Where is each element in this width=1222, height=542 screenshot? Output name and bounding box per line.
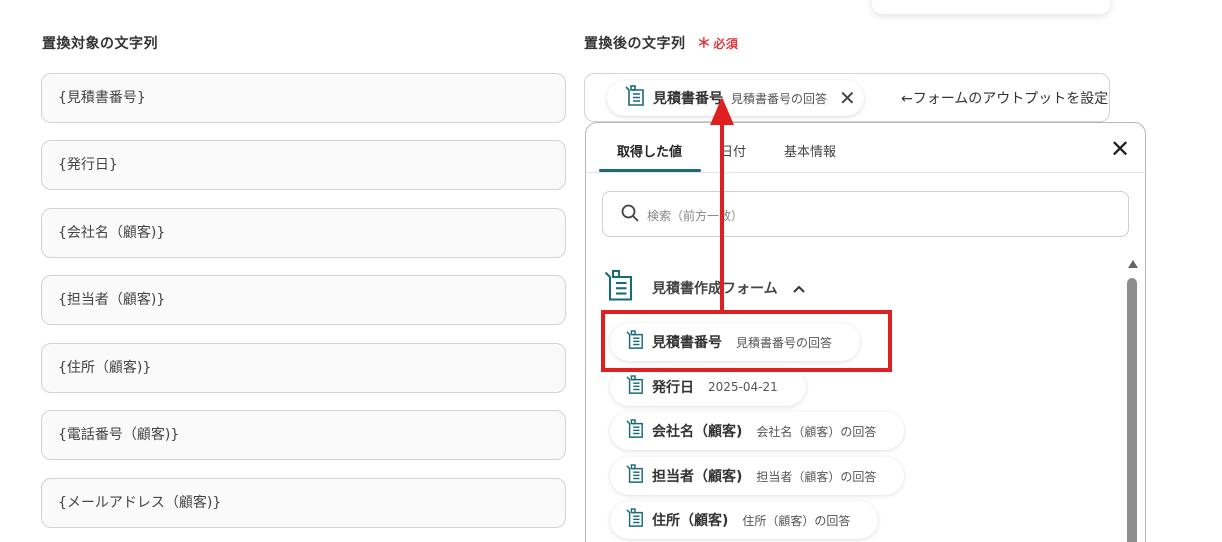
group-title: 見積書作成フォーム: [652, 281, 778, 297]
target-field-1[interactable]: {見積書番号}: [41, 73, 566, 123]
chip-remove-icon[interactable]: ✕: [839, 88, 856, 108]
annotation-arrow-head: [710, 97, 734, 125]
highlight-annotation: [601, 310, 892, 372]
form-document-icon: [626, 508, 644, 532]
tab-basic-info[interactable]: 基本情報: [784, 141, 836, 160]
form-document-icon: [625, 85, 645, 111]
picker-tabs: 取得した値 日付 基本情報 ✕: [586, 123, 1145, 173]
search-icon: [621, 204, 639, 226]
scroll-up-arrow-icon[interactable]: [1128, 260, 1138, 268]
target-field-7[interactable]: {メールアドレス（顧客)}: [41, 478, 566, 528]
tab-retrieved-values[interactable]: 取得した値: [617, 141, 682, 160]
target-field-6[interactable]: {電話番号（顧客)}: [41, 410, 566, 460]
search-placeholder: 検索（前方一致）: [647, 209, 744, 223]
item-description: 担当者（顧客）の回答: [756, 469, 877, 484]
item-name: 住所（顧客): [652, 513, 729, 529]
dropdown-scrollbar[interactable]: [1124, 256, 1140, 542]
replacement-string-label: 置換後の文字列 ＊必須: [584, 33, 738, 53]
required-mark: ＊: [696, 36, 712, 52]
target-field-4[interactable]: {担当者（顧客)}: [41, 275, 566, 325]
value-item-address[interactable]: 住所（顧客) 住所（顧客）の回答: [610, 501, 879, 539]
active-tab-indicator: [599, 169, 701, 172]
value-item-contact-person[interactable]: 担当者（顧客) 担当者（顧客）の回答: [610, 457, 905, 495]
form-document-icon: [626, 375, 644, 399]
target-string-label: 置換対象の文字列: [42, 36, 158, 52]
target-field-2[interactable]: {発行日}: [41, 140, 566, 190]
item-name: 担当者（顧客): [652, 469, 743, 485]
annotation-arrow-shaft: [720, 124, 724, 312]
floating-card-edge: [872, 0, 1110, 14]
replacement-label-text: 置換後の文字列: [584, 36, 686, 52]
item-description: 会社名（顧客）の回答: [756, 424, 877, 439]
target-field-5[interactable]: {住所（顧客)}: [41, 343, 566, 393]
form-document-icon: [626, 419, 644, 443]
replacement-text: ←フォームのアウトプットを設定: [901, 91, 1109, 107]
item-description: 2025-04-21: [708, 380, 778, 394]
required-badge: ＊必須: [696, 36, 739, 52]
dropdown-close-icon[interactable]: ✕: [1110, 137, 1130, 161]
search-input[interactable]: 検索（前方一致）: [602, 191, 1129, 237]
replacement-field[interactable]: 見積書番号 見積書番号の回答 ✕ ←フォームのアウトプットを設定: [584, 73, 1110, 122]
item-name: 会社名（顧客): [652, 424, 743, 440]
target-field-3[interactable]: {会社名（顧客)}: [41, 208, 566, 258]
value-item-company-name[interactable]: 会社名（顧客) 会社名（顧客）の回答: [610, 412, 905, 450]
item-name: 発行日: [652, 380, 694, 396]
value-item-issue-date[interactable]: 発行日 2025-04-21: [610, 368, 806, 406]
item-description: 住所（顧客）の回答: [742, 513, 851, 528]
selected-value-chip[interactable]: 見積書番号 見積書番号の回答 ✕: [607, 80, 864, 116]
group-header[interactable]: 見積書作成フォーム: [604, 269, 806, 307]
chevron-up-icon[interactable]: [792, 279, 806, 298]
form-group-icon: [604, 269, 634, 307]
form-document-icon: [626, 464, 644, 488]
required-text: 必須: [713, 37, 739, 51]
scrollbar-thumb[interactable]: [1127, 278, 1137, 542]
chip-description: 見積書番号の回答: [731, 91, 828, 106]
